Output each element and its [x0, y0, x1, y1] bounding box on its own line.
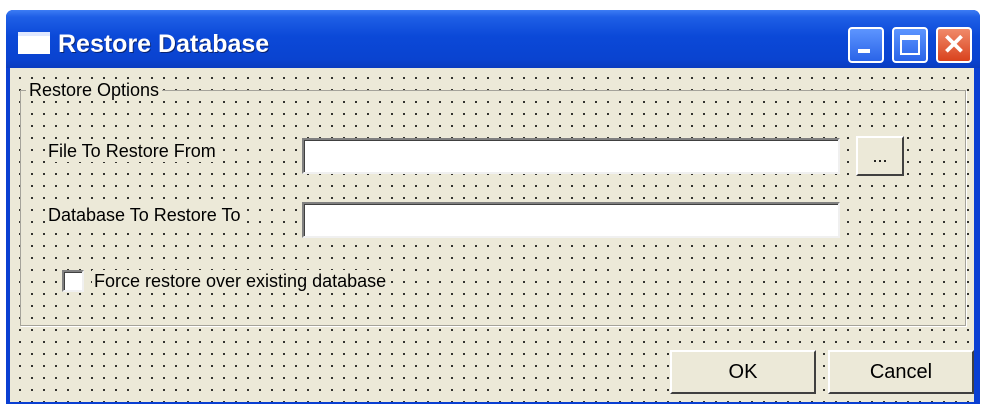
database-to-restore-input[interactable] — [302, 202, 840, 238]
close-icon: ✕ — [942, 29, 966, 60]
window-icon — [18, 32, 50, 54]
browse-button[interactable]: ... — [856, 136, 904, 176]
minimize-icon — [858, 49, 870, 53]
file-to-restore-input[interactable] — [302, 138, 840, 174]
maximize-icon — [900, 35, 920, 55]
close-button[interactable]: ✕ — [936, 27, 972, 63]
maximize-button[interactable] — [892, 27, 928, 63]
window-title: Restore Database — [58, 30, 270, 58]
file-to-restore-label: File To Restore From — [46, 140, 218, 162]
restore-options-legend: Restore Options — [26, 80, 163, 100]
restore-database-window: Restore Database ✕ Restore Options File … — [6, 10, 980, 404]
dialog-client-area: Restore Options File To Restore From ...… — [10, 68, 974, 402]
cancel-button[interactable]: Cancel — [828, 350, 974, 394]
force-restore-label[interactable]: Force restore over existing database — [92, 270, 389, 292]
database-to-restore-label: Database To Restore To — [46, 204, 243, 226]
minimize-button[interactable] — [848, 27, 884, 63]
force-restore-checkbox[interactable] — [62, 270, 84, 292]
ok-button[interactable]: OK — [670, 350, 816, 394]
title-bar[interactable]: Restore Database ✕ — [6, 10, 980, 68]
